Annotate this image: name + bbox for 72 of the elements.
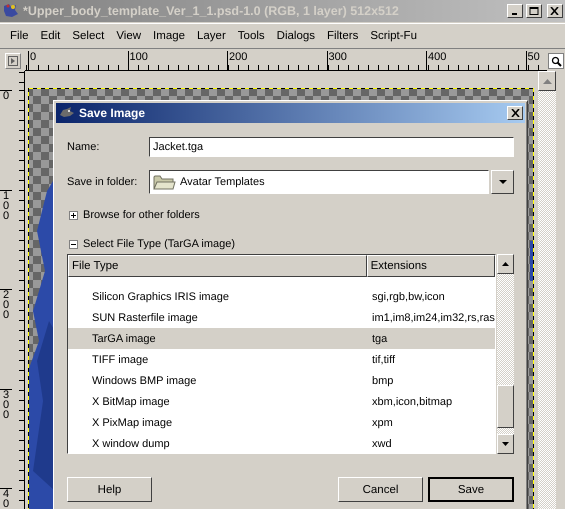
up-arrow-icon <box>502 262 509 266</box>
folder-label: Save in folder: <box>67 176 138 188</box>
file-type-name: TarGA image <box>91 332 157 344</box>
file-type-row[interactable]: X window dump xwd <box>68 433 495 453</box>
file-type-row[interactable]: Windows BMP image bmp <box>68 370 495 391</box>
down-arrow-icon <box>502 442 509 446</box>
close-button[interactable] <box>547 4 563 18</box>
scrollbar-thumb[interactable] <box>497 385 514 428</box>
navigate-button[interactable] <box>4 53 20 69</box>
menu-item[interactable]: Tools <box>232 26 271 46</box>
caret-icon <box>498 180 506 184</box>
file-extensions: tga <box>371 332 388 344</box>
maximize-icon <box>529 7 539 15</box>
collapse-icon <box>69 240 78 248</box>
vertical-ruler: 0 100 200 300 40 <box>0 71 25 509</box>
file-extensions: sgi,rgb,bw,icon <box>371 290 445 302</box>
horizontal-ruler: 0 100 200 300 400 50 <box>25 51 547 71</box>
file-type-name: SUN Rasterfile image <box>91 312 199 324</box>
file-type-name: Silicon Graphics IRIS image <box>91 290 230 302</box>
save-button[interactable]: Save <box>428 477 514 502</box>
file-extensions: xwd <box>371 438 392 450</box>
file-extensions: im1,im8,im24,im32,rs,ras <box>371 312 495 324</box>
menu-item[interactable]: View <box>110 26 148 46</box>
menu-item[interactable]: Script-Fu <box>364 26 423 46</box>
scrollbar[interactable] <box>497 254 514 454</box>
expander[interactable]: Browse for other folders <box>67 207 200 223</box>
dialog-title: Save Image <box>79 106 146 120</box>
folder-dropdown[interactable]: Avatar Templates <box>149 170 489 194</box>
up-arrow-icon <box>542 78 552 84</box>
menu-item[interactable]: Filters <box>321 26 364 46</box>
expand-icon <box>69 210 78 220</box>
file-type-name: X window dump <box>91 438 171 450</box>
maximize-button[interactable] <box>526 4 542 18</box>
zoom-button[interactable] <box>548 53 564 69</box>
file-extensions: bmp <box>371 374 394 386</box>
close-icon <box>510 109 520 117</box>
menu-item[interactable]: Image <box>147 26 192 46</box>
minimize-button[interactable] <box>507 4 523 18</box>
search-icon <box>550 56 562 66</box>
menu-item[interactable]: Dialogs <box>270 26 322 46</box>
folder-icon <box>153 174 176 190</box>
menu-item[interactable]: Select <box>66 26 110 46</box>
name-field[interactable]: Jacket.tga <box>149 137 514 157</box>
file-extensions: xpm <box>371 416 393 428</box>
file-extensions: tif,tiff <box>371 354 396 366</box>
file-type-name: X BitMap image <box>91 396 171 408</box>
column-header[interactable]: Extensions <box>366 255 495 277</box>
file-type-name: X PixMap image <box>91 416 174 428</box>
name-label: Name: <box>67 141 100 153</box>
file-type-name: TIFF image <box>91 354 150 366</box>
file-extensions: xbm,icon,bitmap <box>371 396 452 408</box>
help-button[interactable]: Help <box>67 477 152 502</box>
file-type-row[interactable]: SUN Rasterfile image im1,im8,im24,im32,rs,ras <box>68 307 495 328</box>
close-icon <box>550 7 560 15</box>
file-type-name: Windows BMP image <box>91 374 198 386</box>
close-button[interactable] <box>507 106 523 120</box>
file-type-row[interactable]: TIFF image tif,tiff <box>68 349 495 370</box>
app-icon <box>2 2 20 20</box>
file-type-row[interactable]: X BitMap image xbm,icon,bitmap <box>68 391 495 412</box>
cancel-button[interactable]: Cancel <box>338 477 423 502</box>
app-icon <box>59 106 75 120</box>
play-icon <box>8 56 18 66</box>
menu-item[interactable]: Edit <box>34 26 66 46</box>
file-type-row[interactable]: X PixMap image xpm <box>68 412 495 433</box>
file-type-row[interactable]: TarGA image tga <box>68 328 495 349</box>
column-header[interactable]: File Type <box>68 255 367 277</box>
expander[interactable]: Select File Type (TarGA image) <box>67 236 236 252</box>
dropdown-button[interactable] <box>491 170 514 194</box>
menu-item[interactable]: Layer <box>191 26 232 46</box>
file-type-row[interactable]: Silicon Graphics IRIS image sgi,rgb,bw,icon <box>68 286 495 307</box>
scrollbar[interactable] <box>538 71 556 509</box>
menu-item[interactable]: File <box>4 26 35 46</box>
